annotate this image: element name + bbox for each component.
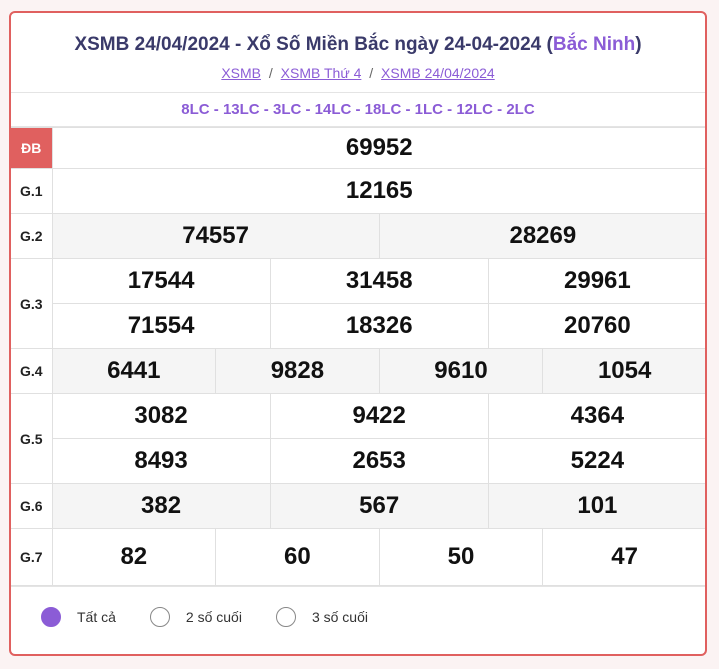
prize-row-g2: G.2 74557 28269 [11, 213, 705, 259]
prize-value: 74557 [51, 213, 380, 259]
prize-value: 12165 [51, 168, 705, 214]
prize-label: G.5 [11, 393, 53, 484]
breadcrumb-link-xsmb[interactable]: XSMB [221, 65, 261, 81]
results-header: XSMB 24/04/2024 - Xổ Số Miền Bắc ngày 24… [11, 13, 705, 93]
prize-value: 9422 [269, 393, 489, 439]
prize-row-g1: G.1 12165 [11, 168, 705, 214]
title-close: ) [635, 34, 642, 55]
title-province: Bắc Ninh [552, 34, 636, 55]
prize-value: 3082 [51, 393, 271, 439]
prize-row-g7: G.7 82 60 50 47 [11, 528, 705, 586]
prize-value: 9828 [215, 348, 380, 394]
prize-value-special: 69952 [51, 127, 705, 169]
prize-value: 4364 [487, 393, 705, 439]
prize-label: G.1 [11, 168, 53, 214]
prize-value: 2653 [269, 438, 489, 484]
prize-label: G.6 [11, 483, 53, 529]
prize-row-db: ĐB 69952 [11, 127, 705, 169]
prize-value-g7: 82 [51, 528, 217, 586]
prize-value-g7: 50 [378, 528, 544, 586]
prize-row-g6: G.6 382 567 101 [11, 483, 705, 529]
prize-value: 28269 [378, 213, 705, 259]
breadcrumb-link-date[interactable]: XSMB 24/04/2024 [381, 65, 495, 81]
prize-row-g5: G.5 3082 9422 4364 [11, 393, 705, 484]
results-card: XSMB 24/04/2024 - Xổ Số Miền Bắc ngày 24… [9, 11, 707, 656]
filter-option-all[interactable]: Tất cả [41, 606, 116, 627]
prize-value-g7: 47 [542, 528, 705, 586]
prize-value: 8493 [51, 438, 271, 484]
prize-value: 29961 [487, 258, 705, 304]
prize-value: 71554 [51, 303, 271, 349]
prize-value-g7: 60 [215, 528, 380, 586]
prize-label: ĐB [11, 127, 53, 169]
prize-value: 18326 [269, 303, 489, 349]
filter-option-label: 2 số cuối [185, 608, 242, 625]
radio-checked-icon[interactable] [41, 606, 61, 627]
radio-unchecked-icon[interactable] [275, 606, 296, 627]
filter-option-label: Tất cả [77, 608, 116, 625]
prize-label: G.2 [11, 213, 53, 259]
prize-label: G.7 [11, 528, 53, 586]
filter-option-2-digits[interactable]: 2 số cuối [149, 606, 242, 627]
title-text: XSMB 24/04/2024 - Xổ Số Miền Bắc ngày 24… [74, 34, 553, 55]
prize-row-g5b: 8493 2653 5224 [11, 438, 705, 484]
prize-value: 101 [487, 483, 705, 529]
prize-value: 567 [269, 483, 489, 529]
page-title: XSMB 24/04/2024 - Xổ Số Miền Bắc ngày 24… [11, 13, 705, 56]
prize-value: 31458 [269, 258, 489, 304]
filter-option-label: 3 số cuối [311, 608, 368, 625]
radio-unchecked-icon[interactable] [149, 606, 170, 627]
prize-value: 6441 [51, 348, 217, 394]
prize-value: 9610 [378, 348, 544, 394]
breadcrumb-link-thu4[interactable]: XSMB Thứ 4 [281, 65, 362, 81]
prize-row-g3: G.3 17544 31458 29961 [11, 258, 705, 349]
digit-filter: Tất cả 2 số cuối 3 số cuối [11, 586, 705, 646]
prize-row-g4: G.4 6441 9828 9610 1054 [11, 348, 705, 394]
prize-value: 20760 [487, 303, 705, 349]
breadcrumb-separator: / [369, 65, 374, 81]
prize-value: 5224 [487, 438, 705, 484]
prize-value: 382 [51, 483, 271, 529]
prize-value: 17544 [51, 258, 271, 304]
prize-label: G.4 [11, 348, 53, 394]
draw-codes: 8LC - 13LC - 3LC - 14LC - 18LC - 1LC - 1… [11, 93, 705, 127]
prize-row-g3b: 71554 18326 20760 [11, 303, 705, 349]
prize-label: G.3 [11, 258, 53, 349]
prize-table: ĐB 69952 G.1 12165 G.2 74557 28269 G.3 1… [11, 127, 705, 586]
breadcrumb: XSMB / XSMB Thứ 4 / XSMB 24/04/2024 [11, 65, 705, 81]
prize-value: 1054 [542, 348, 705, 394]
breadcrumb-separator: / [268, 65, 273, 81]
filter-option-3-digits[interactable]: 3 số cuối [275, 606, 368, 627]
